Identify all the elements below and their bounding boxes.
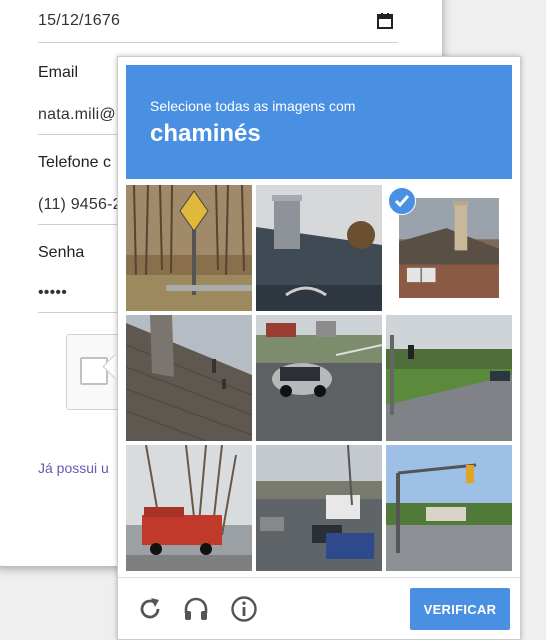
image-grid — [126, 185, 512, 571]
challenge-prompt: Selecione todas as imagens com — [150, 98, 356, 114]
challenge-keyword: chaminés — [150, 120, 261, 147]
image-tile-selected[interactable] — [386, 185, 512, 311]
highway-image — [256, 445, 382, 571]
image-tile[interactable] — [126, 445, 252, 571]
captcha-challenge-popup: Selecione todas as imagens com chaminés — [117, 56, 521, 640]
login-link[interactable]: Já possui u — [38, 460, 109, 476]
info-icon[interactable] — [230, 595, 258, 623]
image-tile[interactable] — [126, 315, 252, 441]
selected-check-icon — [388, 187, 416, 215]
headphones-icon[interactable] — [182, 595, 210, 623]
calendar-icon[interactable] — [376, 12, 394, 30]
image-tile[interactable] — [256, 315, 382, 441]
gray-roof-image — [256, 185, 382, 311]
email-input[interactable]: nata.mili@ — [38, 106, 116, 124]
image-tile[interactable] — [126, 185, 252, 311]
shingle-roof-image — [126, 315, 252, 441]
birthdate-underline — [38, 42, 398, 43]
road-sign-image — [126, 185, 252, 311]
suburban-road-image — [386, 445, 512, 571]
password-input[interactable]: ••••• — [38, 284, 67, 302]
parking-lot-image — [256, 315, 382, 441]
reload-icon[interactable] — [136, 595, 164, 623]
image-tile[interactable] — [256, 185, 382, 311]
birthdate-input[interactable]: 15/12/1676 — [38, 12, 120, 30]
phone-input[interactable]: (11) 9456-2 — [38, 196, 122, 214]
challenge-header: Selecione todas as imagens com chaminés — [126, 65, 512, 179]
image-tile[interactable] — [386, 445, 512, 571]
image-tile[interactable] — [256, 445, 382, 571]
password-label: Senha — [38, 244, 85, 261]
intersection-image — [386, 315, 512, 441]
phone-label: Telefone c — [38, 154, 111, 171]
email-label: Email — [38, 64, 79, 81]
image-tile[interactable] — [386, 315, 512, 441]
footer-divider — [118, 577, 520, 578]
red-truck-image — [126, 445, 252, 571]
verify-button[interactable]: VERIFICAR — [410, 588, 510, 630]
recaptcha-checkbox[interactable] — [80, 357, 108, 385]
